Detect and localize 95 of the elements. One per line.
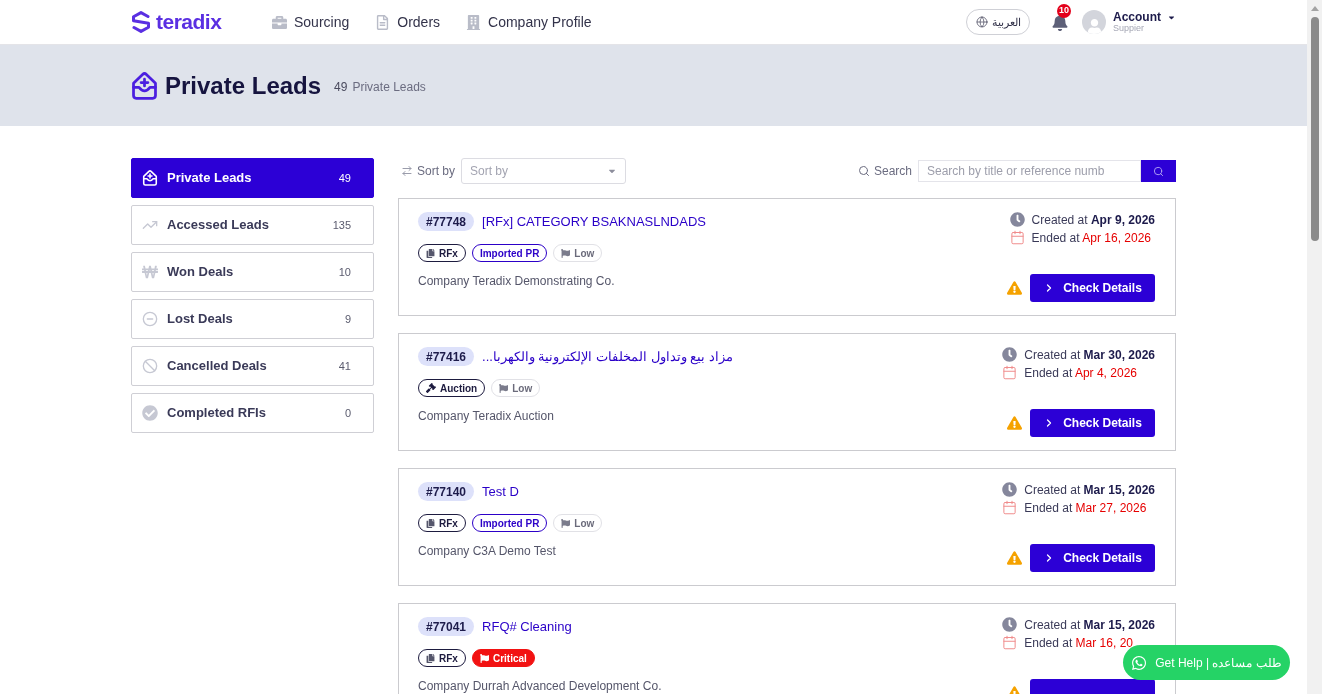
lead-count: 49: [334, 78, 348, 96]
account-name: Account: [1113, 11, 1161, 23]
sidebar-item[interactable]: Won Deals 10: [131, 252, 374, 292]
logo-icon: [131, 11, 151, 33]
sort-label: Sort by: [417, 163, 455, 180]
lead-title-link[interactable]: [RFx] CATEGORY BSAKNASLNDADS: [482, 211, 706, 232]
account-menu[interactable]: Account Suppier: [1082, 10, 1176, 34]
company-name: Company Teradix Auction: [418, 408, 554, 425]
sidebar-item[interactable]: Lost Deals 9: [131, 299, 374, 339]
flag-icon: [499, 383, 509, 393]
lead-title-link[interactable]: Test D: [482, 481, 519, 502]
reference-badge: #77041: [418, 617, 475, 636]
item-count: 10: [338, 264, 351, 280]
scrollbar-thumb[interactable]: [1310, 17, 1319, 241]
imported-tag: Imported PR: [471, 514, 548, 532]
company-name: Company C3A Demo Test: [418, 543, 556, 560]
item-count: 135: [332, 217, 351, 233]
calendar-icon: [1002, 635, 1018, 650]
logo-link[interactable]: teradix: [131, 6, 240, 38]
globe-icon: [975, 16, 988, 28]
copy-icon: [426, 518, 435, 528]
imported-tag: Imported PR: [471, 244, 548, 262]
check-details-button[interactable]: Check Details: [1030, 409, 1155, 437]
search-icon: [1153, 165, 1164, 177]
flag-icon: [561, 248, 571, 258]
sidebar-item[interactable]: Cancelled Deals 41: [131, 346, 374, 386]
item-count: 0: [344, 405, 351, 421]
tag-label: Low: [574, 516, 595, 531]
tag-label: RFx: [439, 516, 458, 531]
created-date-text: Created at Mar 30, 2026: [1024, 346, 1155, 364]
flag-icon: [561, 518, 571, 528]
sidebar-item[interactable]: Accessed Leads 135: [131, 205, 374, 245]
sidebar-item[interactable]: Private Leads 49: [131, 158, 374, 198]
ended-date-text: Ended at Apr 4, 2026: [1024, 364, 1137, 382]
scroll-up-icon[interactable]: [1310, 6, 1319, 11]
reference-badge: #77416: [418, 347, 475, 366]
page-title: Private Leads: [165, 70, 322, 101]
sidebar-item[interactable]: Completed RFIs 0: [131, 393, 374, 433]
bell-icon: [1051, 13, 1068, 31]
avatar-icon: [1082, 10, 1106, 34]
lead-title-link[interactable]: RFQ# Cleaning: [482, 616, 572, 637]
tag-label: Low: [512, 381, 533, 396]
inbox-plus-icon: [142, 170, 158, 186]
lead-title-link[interactable]: مزاد بيع وتداول المخلفات الإلكترونية والكهربا...: [482, 346, 733, 367]
tag-label: Critical: [492, 651, 527, 666]
tag-label: Low: [574, 246, 595, 261]
nav-link[interactable]: Company Profile: [466, 11, 592, 33]
check-details-button[interactable]: Check Details: [1030, 544, 1155, 572]
flag-icon: [479, 653, 489, 663]
item-count: 9: [344, 311, 351, 327]
clock-icon: [1002, 617, 1018, 632]
clock-icon: [1002, 482, 1018, 497]
notification-badge: 10: [1057, 4, 1071, 18]
calendar-icon: [1002, 365, 1018, 380]
check-details-button[interactable]: Check Details: [1030, 274, 1155, 302]
search-field[interactable]: Search by title or reference numb: [918, 160, 1141, 182]
building-icon: [466, 14, 482, 30]
ended-date-text: Ended at Mar 27, 2026: [1024, 499, 1147, 517]
minus-circle-icon: [142, 311, 158, 327]
notifications-button[interactable]: [1051, 13, 1068, 31]
calendar-icon: [1002, 500, 1018, 515]
company-name: Company Teradix Demonstrating Co.: [418, 273, 615, 290]
item-count: 49: [338, 170, 351, 186]
search-icon: [857, 165, 870, 177]
ban-icon: [142, 358, 158, 374]
search-label: Search: [873, 163, 912, 180]
tag-label: Auction: [440, 381, 478, 396]
lead-count-label: Private Leads: [352, 78, 426, 96]
nav-link[interactable]: Sourcing: [272, 11, 350, 33]
clock-icon: [1002, 347, 1018, 362]
created-date-text: Created at Apr 9, 2026: [1031, 211, 1155, 229]
reference-badge: #77140: [418, 482, 475, 501]
copy-icon: [426, 653, 435, 663]
item-count: 41: [338, 358, 351, 374]
tag-label: RFx: [439, 246, 458, 261]
created-date-text: Created at Mar 15, 2026: [1024, 481, 1155, 499]
nav-link[interactable]: Orders: [375, 11, 441, 33]
whatsapp-icon: [1131, 654, 1148, 671]
gavel-icon: [426, 383, 436, 393]
clock-icon: [1009, 212, 1025, 227]
calendar-icon: [1009, 230, 1025, 245]
company-name: Company Durrah Advanced Development Co.: [418, 678, 662, 694]
briefcase-icon: [272, 14, 287, 30]
account-role: Suppier: [1113, 24, 1145, 33]
tag-label: RFx: [439, 651, 458, 666]
document-icon: [375, 14, 391, 30]
reference-badge: #77748: [418, 212, 475, 231]
scrollbar[interactable]: [1307, 0, 1322, 694]
created-date-text: Created at Mar 15, 2026: [1024, 616, 1155, 634]
won-sign-icon: [142, 264, 158, 280]
inbox-plus-icon: [131, 71, 158, 100]
ended-date-text: Ended at Apr 16, 2026: [1031, 229, 1151, 247]
search-button[interactable]: [1141, 160, 1176, 182]
sort-icon: [401, 165, 413, 177]
copy-icon: [426, 248, 435, 258]
